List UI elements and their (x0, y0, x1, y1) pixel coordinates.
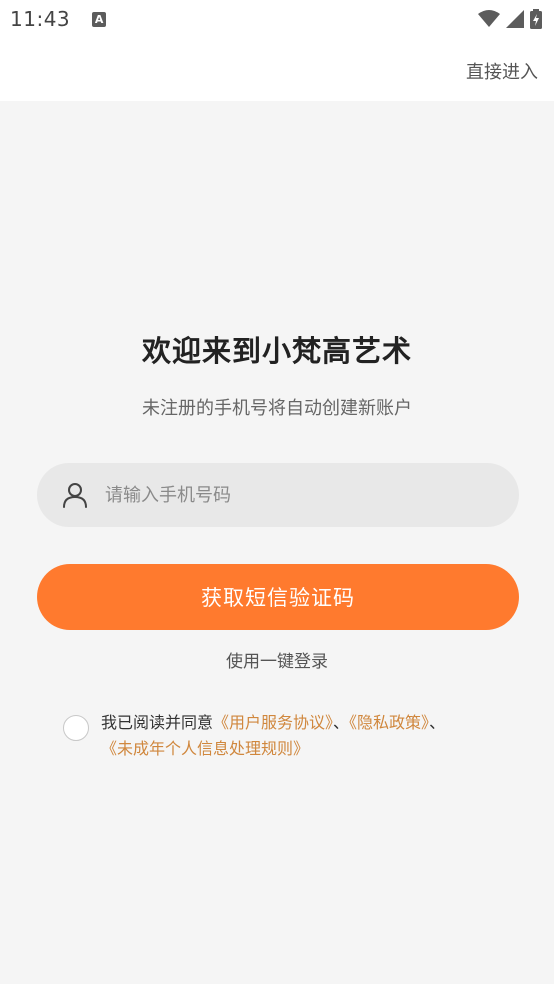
privacy-policy-link[interactable]: 《隐私政策》 (349, 713, 429, 732)
skip-enter-button[interactable]: 直接进入 (466, 58, 538, 84)
status-icons (478, 9, 542, 29)
phone-field[interactable] (37, 463, 519, 527)
minor-info-rules-link[interactable]: 《未成年个人信息处理规则》 (101, 739, 309, 758)
a-icon: A (92, 11, 107, 27)
one-click-login-link[interactable]: 使用一键登录 (0, 647, 554, 672)
phone-input[interactable] (105, 463, 519, 527)
top-bar: 直接进入 (0, 38, 554, 101)
signal-icon (506, 10, 524, 28)
agreement-text: 我已阅读并同意《用户服务协议》、《隐私政策》、 《未成年个人信息处理规则》 (101, 710, 521, 762)
page-title: 欢迎来到小梵高艺术 (141, 334, 412, 368)
agreement-separator: 、 (429, 713, 446, 732)
status-bar: 11:43 A (0, 0, 554, 38)
status-left: 11:43 A (10, 7, 107, 31)
agreement-separator: 、 (333, 713, 350, 732)
wifi-icon (478, 10, 500, 27)
user-agreement-link[interactable]: 《用户服务协议》 (213, 713, 333, 732)
battery-charging-icon (530, 9, 542, 29)
page-subtitle: 未注册的手机号将自动创建新账户 (142, 398, 412, 419)
agreement-prefix: 我已阅读并同意 (101, 713, 214, 732)
get-sms-code-button[interactable]: 获取短信验证码 (37, 564, 519, 630)
status-time: 11:43 (10, 7, 71, 31)
agreement-checkbox[interactable] (63, 715, 89, 741)
user-icon (63, 483, 87, 508)
